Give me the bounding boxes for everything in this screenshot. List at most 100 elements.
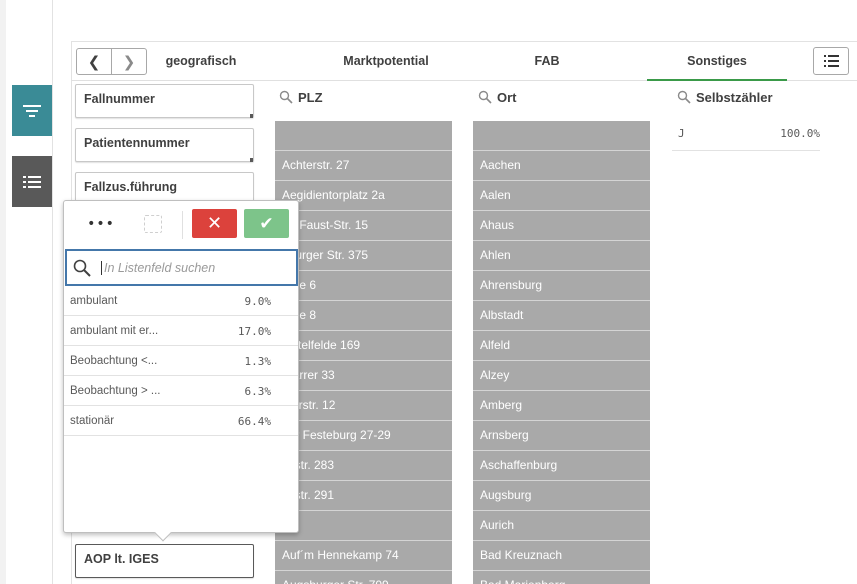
list-item[interactable]: [275, 121, 452, 151]
tab-fab[interactable]: FAB: [511, 41, 583, 81]
filter-label: Fallzus.führung: [84, 180, 178, 194]
selbstzaehler-title: Selbstzähler: [696, 89, 773, 105]
filter-panel-button[interactable]: [12, 85, 52, 136]
list-item[interactable]: J 100.0%: [672, 119, 820, 151]
chevron-left-icon: ❮: [87, 52, 101, 71]
list-item[interactable]: Augsburg: [473, 481, 650, 511]
list-item[interactable]: Beobachtung > ... 6.3%: [64, 376, 298, 406]
tab-marktpotential[interactable]: Marktpotential: [321, 41, 451, 81]
left-strip: [0, 0, 6, 584]
list-item[interactable]: Bad Marienberg: [473, 571, 650, 584]
listbox-search: [65, 249, 298, 286]
list-item[interactable]: der Festeburg 27-29: [275, 421, 452, 451]
item-frequency: 6.3%: [244, 385, 272, 398]
filter-label: Patientennummer: [84, 136, 190, 150]
ort-listbox[interactable]: Aachen Aalen Ahaus Ahlen Ahrensburg Albstadt A…: [473, 121, 650, 584]
item-label: J: [678, 127, 685, 140]
list-item[interactable]: Aurich: [473, 511, 650, 541]
filter-icon: [23, 104, 41, 117]
list-item[interactable]: Albstadt: [473, 301, 650, 331]
list-item[interactable]: Alzey: [473, 361, 650, 391]
search-icon: [279, 90, 293, 104]
item-label: Beobachtung <...: [70, 355, 158, 367]
list-item[interactable]: Auf´m Hennekamp 74: [275, 541, 452, 571]
lasso-icon[interactable]: [144, 215, 162, 233]
list-item[interactable]: ulfstr. 283: [275, 451, 452, 481]
list-item[interactable]: stationär 66.4%: [64, 406, 298, 436]
sheet-menu-button[interactable]: [813, 47, 849, 75]
ort-title: Ort: [497, 89, 517, 105]
list-item[interactable]: ed-Faust-Str. 15: [275, 211, 452, 241]
item-label: ambulant: [70, 295, 118, 307]
filter-patientennummer[interactable]: Patientennummer: [75, 128, 254, 162]
list-item[interactable]: Alfeld: [473, 331, 650, 361]
list-item[interactable]: Arnsberg: [473, 421, 650, 451]
selection-toolbar: ••• ✕ ✔: [64, 201, 298, 249]
list-item[interactable]: [473, 121, 650, 151]
list-item[interactable]: 96: [275, 511, 452, 541]
list-item[interactable]: Plärrer 33: [275, 361, 452, 391]
item-label: stationär: [70, 415, 115, 427]
item-frequency: 9.0%: [244, 295, 272, 308]
forward-button[interactable]: ❯: [111, 49, 146, 74]
list-item[interactable]: ulfstr. 291: [275, 481, 452, 511]
back-button[interactable]: ❮: [77, 49, 111, 74]
plz-title: PLZ: [298, 89, 323, 105]
plz-listbox[interactable]: Achterstr. 27 Aegidientorplatz 2a ed-Faust…: [275, 121, 452, 584]
list-item[interactable]: ambulant mit er... 17.0%: [64, 316, 298, 346]
check-icon: ✔: [259, 213, 274, 234]
list-item[interactable]: Amberg: [473, 391, 650, 421]
tab-geografisch[interactable]: geografisch: [159, 41, 243, 81]
selbstzaehler-header[interactable]: Selbstzähler: [677, 85, 773, 109]
sheet-nav: ❮ ❯: [76, 48, 147, 75]
search-input[interactable]: [101, 260, 281, 275]
toolbar-divider: [182, 211, 183, 239]
cancel-selection-button[interactable]: ✕: [192, 209, 237, 238]
list-item[interactable]: eburger Str. 375: [275, 241, 452, 271]
list-menu-icon: [823, 55, 839, 67]
listbox-selection-popover: ••• ✕ ✔ ambulant 9.0% ambulant mit er... 17…: [63, 200, 299, 542]
list-item[interactable]: Augsburger Str. 709: [275, 571, 452, 584]
filter-label: AOP lt. IGES: [84, 552, 159, 566]
chevron-right-icon: ❯: [122, 52, 136, 71]
tab-bar: ❮ ❯ geografisch Marktpotential FAB Sonst…: [71, 41, 857, 81]
search-icon: [73, 259, 91, 277]
filter-indicator: [250, 114, 253, 118]
confirm-selection-button[interactable]: ✔: [244, 209, 289, 238]
list-item[interactable]: ambulant 9.0%: [64, 286, 298, 316]
more-options-button[interactable]: •••: [87, 212, 114, 236]
list-item[interactable]: Knie 8: [275, 301, 452, 331]
list-item[interactable]: Ahlen: [473, 241, 650, 271]
item-frequency: 100.0%: [780, 127, 820, 140]
search-icon: [677, 90, 691, 104]
list-item[interactable]: Achterstr. 27: [275, 151, 452, 181]
list-item[interactable]: Aegidientorplatz 2a: [275, 181, 452, 211]
list-item[interactable]: Ahrensburg: [473, 271, 650, 301]
close-icon: ✕: [206, 213, 223, 234]
list-item[interactable]: Bad Kreuznach: [473, 541, 650, 571]
filter-fallnummer[interactable]: Fallnummer: [75, 84, 254, 118]
item-label: Beobachtung > ...: [70, 385, 161, 397]
list-item[interactable]: thorstr. 12: [275, 391, 452, 421]
ort-header[interactable]: Ort: [478, 85, 517, 109]
item-frequency: 1.3%: [244, 355, 272, 368]
plz-header[interactable]: PLZ: [279, 85, 323, 109]
list-item[interactable]: Aschaffenburg: [473, 451, 650, 481]
list-item[interactable]: Mittelfelde 169: [275, 331, 452, 361]
item-frequency: 66.4%: [237, 415, 271, 428]
list-panel-button[interactable]: [12, 156, 52, 207]
item-frequency: 17.0%: [237, 325, 271, 338]
list-item[interactable]: Aalen: [473, 181, 650, 211]
app-root: ❮ ❯ geografisch Marktpotential FAB Sonst…: [0, 0, 857, 584]
filter-label: Fallnummer: [84, 92, 155, 106]
list-item[interactable]: Beobachtung <... 1.3%: [64, 346, 298, 376]
list-item[interactable]: Knie 6: [275, 271, 452, 301]
list-item[interactable]: Aachen: [473, 151, 650, 181]
tab-sonstiges[interactable]: Sonstiges: [647, 41, 787, 81]
list-item[interactable]: Ahaus: [473, 211, 650, 241]
list-icon: [23, 175, 41, 188]
filter-aop-lt-iges[interactable]: AOP lt. IGES: [75, 544, 254, 578]
search-icon: [478, 90, 492, 104]
item-label: ambulant mit er...: [70, 325, 159, 337]
side-rail-divider: [52, 0, 53, 584]
